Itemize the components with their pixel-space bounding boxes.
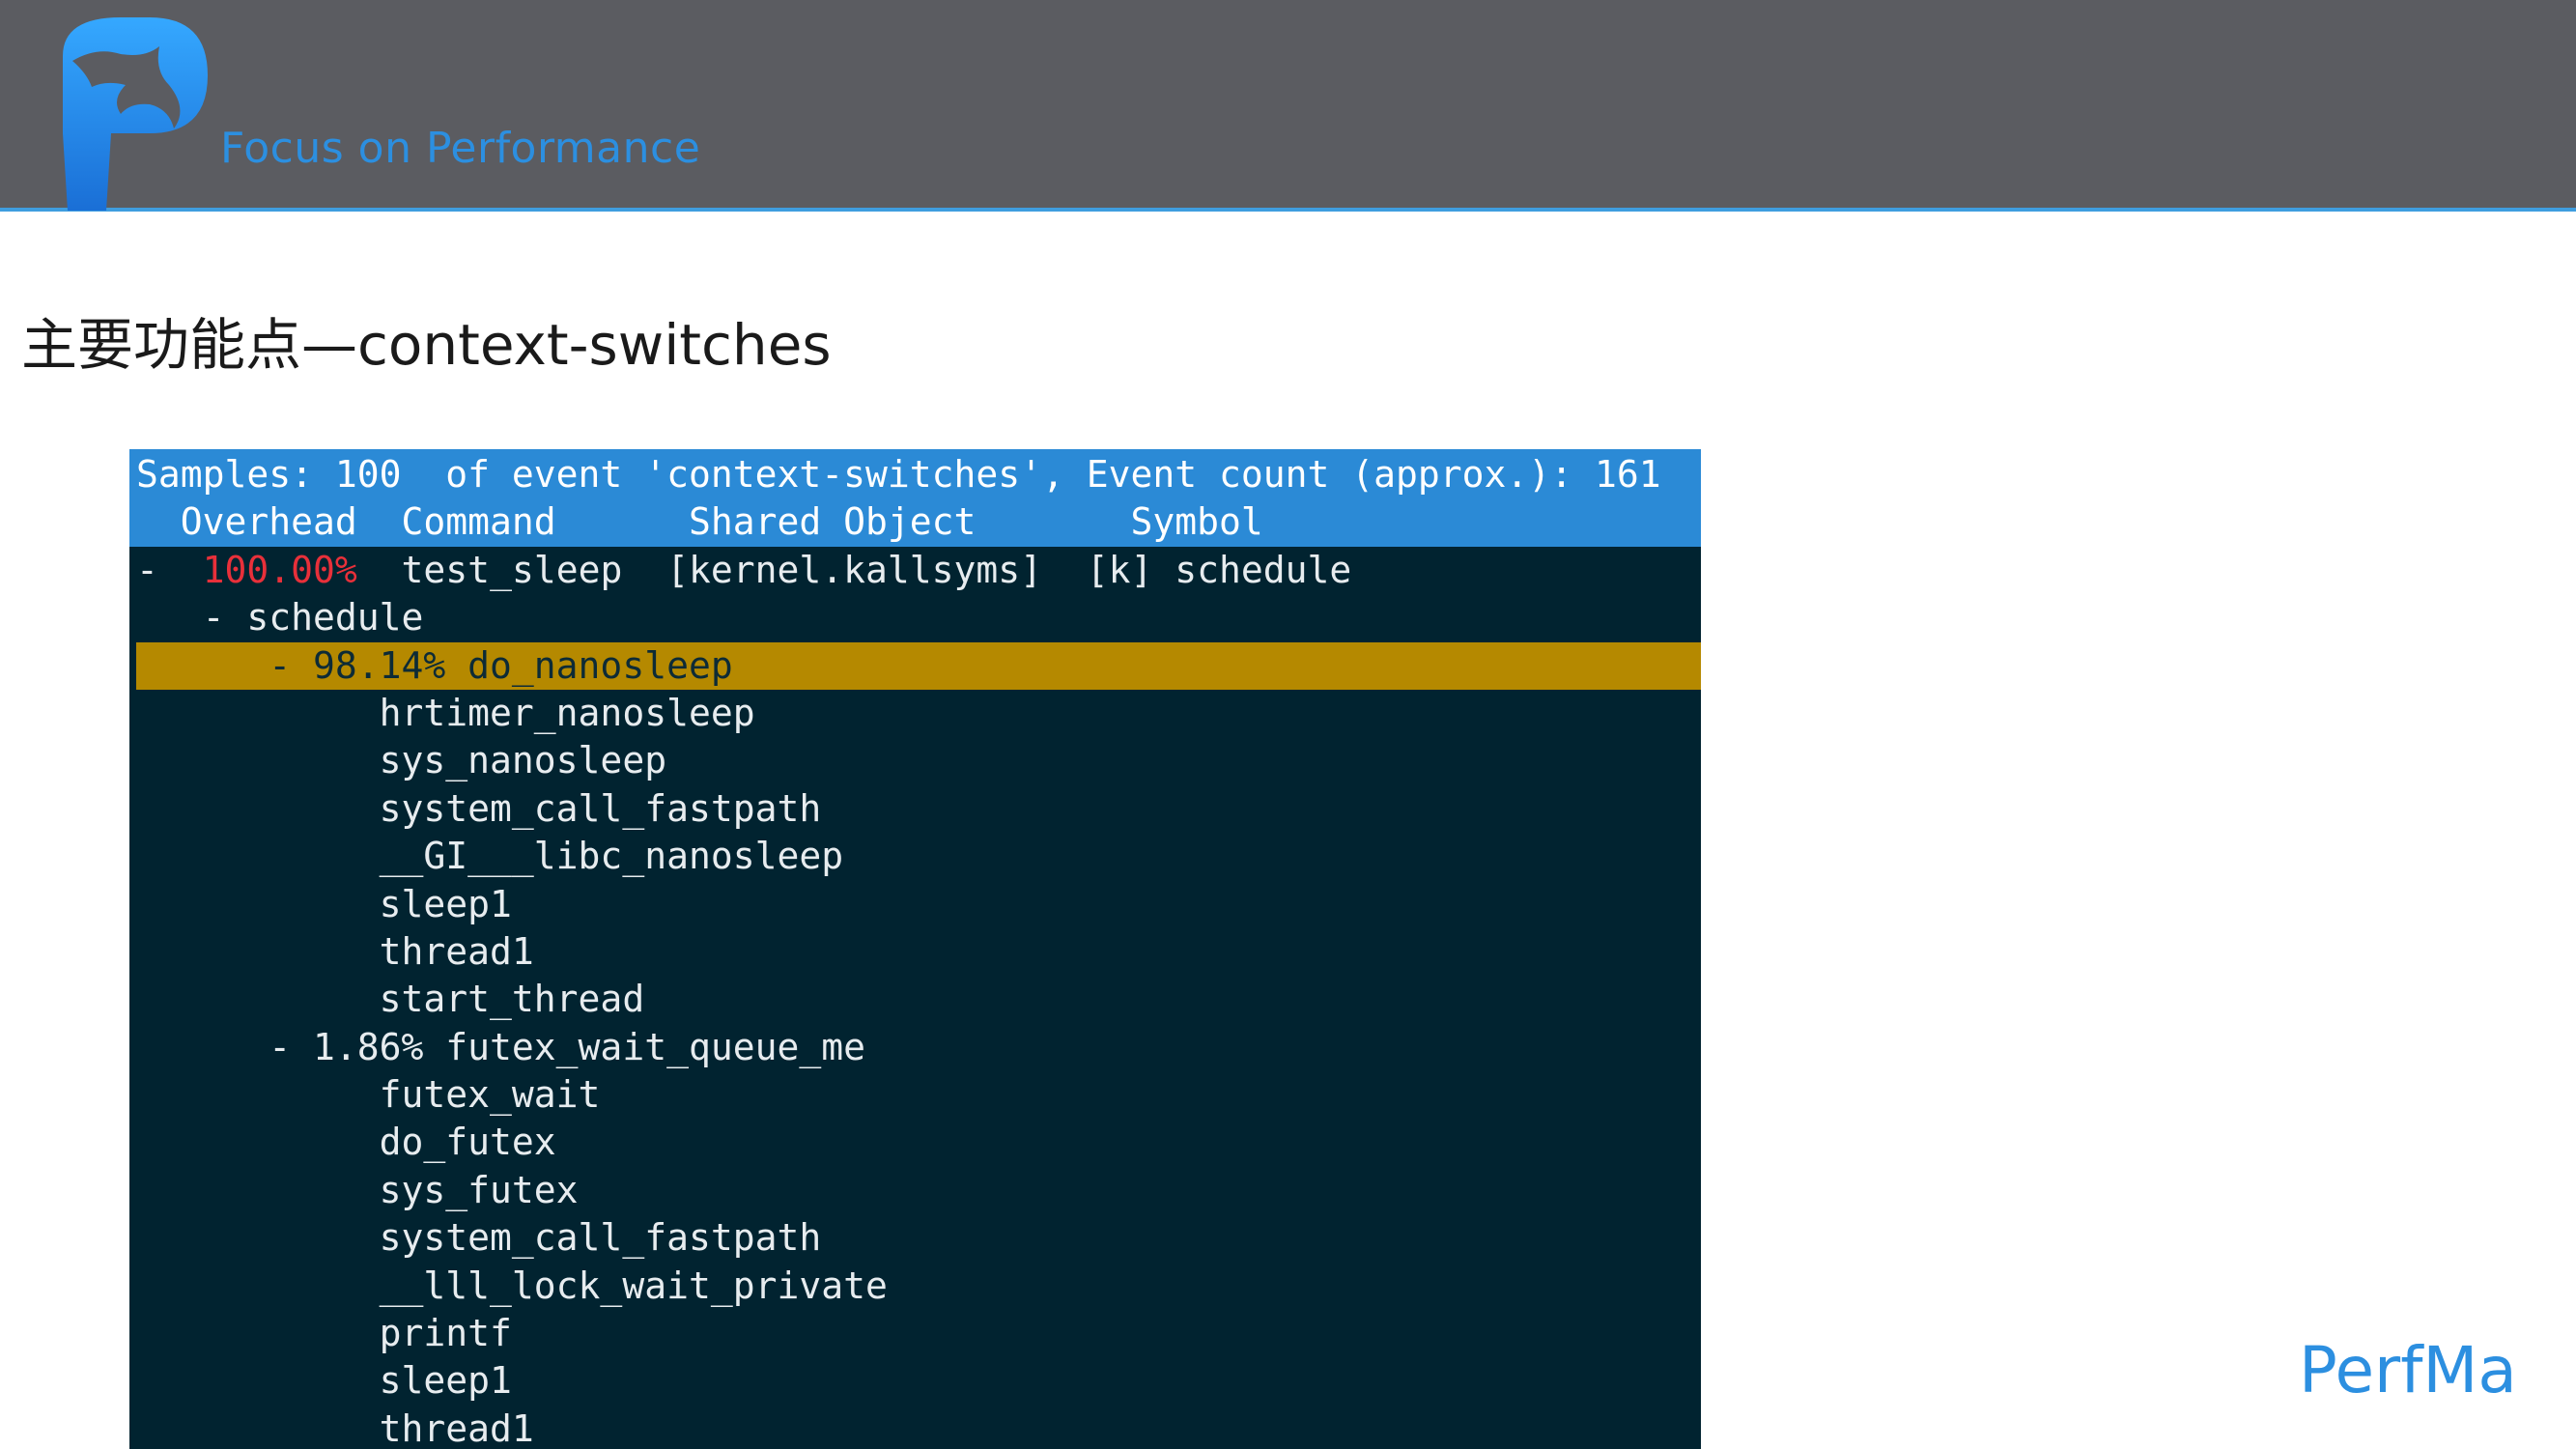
samples-summary-line: Samples: 100 of event 'context-switches'…: [136, 453, 1661, 496]
callchain-line: system_call_fastpath: [136, 786, 822, 830]
callchain-line: hrtimer_nanosleep: [136, 691, 755, 734]
callchain-line: start_thread: [136, 978, 645, 1021]
callchain-line: do_futex: [136, 1121, 556, 1164]
header-tagline: Focus on Performance: [220, 124, 701, 173]
entry-details: test_sleep [kernel.kallsyms] [k] schedul…: [356, 548, 1352, 591]
callchain-line[interactable]: - 1.86% futex_wait_queue_me: [129, 1024, 1701, 1071]
callchain-line: __lll_lock_wait_private: [136, 1264, 888, 1307]
callchain-line: sleep1: [136, 1359, 512, 1403]
header-bar: Focus on Performance: [0, 0, 2576, 212]
callchain-line: sys_futex: [136, 1168, 579, 1211]
callchain-line: printf: [136, 1312, 512, 1355]
callchain-line: futex_wait: [136, 1073, 601, 1117]
callchain-line-selected[interactable]: - 98.14% do_nanosleep: [136, 641, 1701, 690]
callchain-line[interactable]: - schedule: [129, 594, 1701, 641]
slide-title: 主要功能点—context-switches: [21, 312, 832, 378]
overhead-percent: 100.00%: [202, 548, 357, 591]
expand-marker[interactable]: -: [136, 549, 203, 591]
callchain-line: thread1: [136, 929, 534, 973]
callchain-line: thread1: [136, 1406, 534, 1449]
terminal-header: Samples: 100 of event 'context-switches'…: [129, 449, 1701, 547]
terminal-window: Samples: 100 of event 'context-switches'…: [129, 449, 1701, 1449]
top-entry-row[interactable]: - 100.00% test_sleep [kernel.kallsyms] […: [129, 547, 1701, 594]
callchain-line: __GI___libc_nanosleep: [136, 835, 844, 878]
callchain-line: system_call_fastpath: [136, 1216, 822, 1260]
perfma-logo-icon: [63, 17, 208, 211]
column-headers-line: Overhead Command Shared Object Symbol: [136, 500, 1263, 544]
brand-wordmark: PerfMa: [2299, 1333, 2517, 1407]
callchain-line: sys_nanosleep: [136, 739, 667, 782]
callchain-line: sleep1: [136, 882, 512, 925]
